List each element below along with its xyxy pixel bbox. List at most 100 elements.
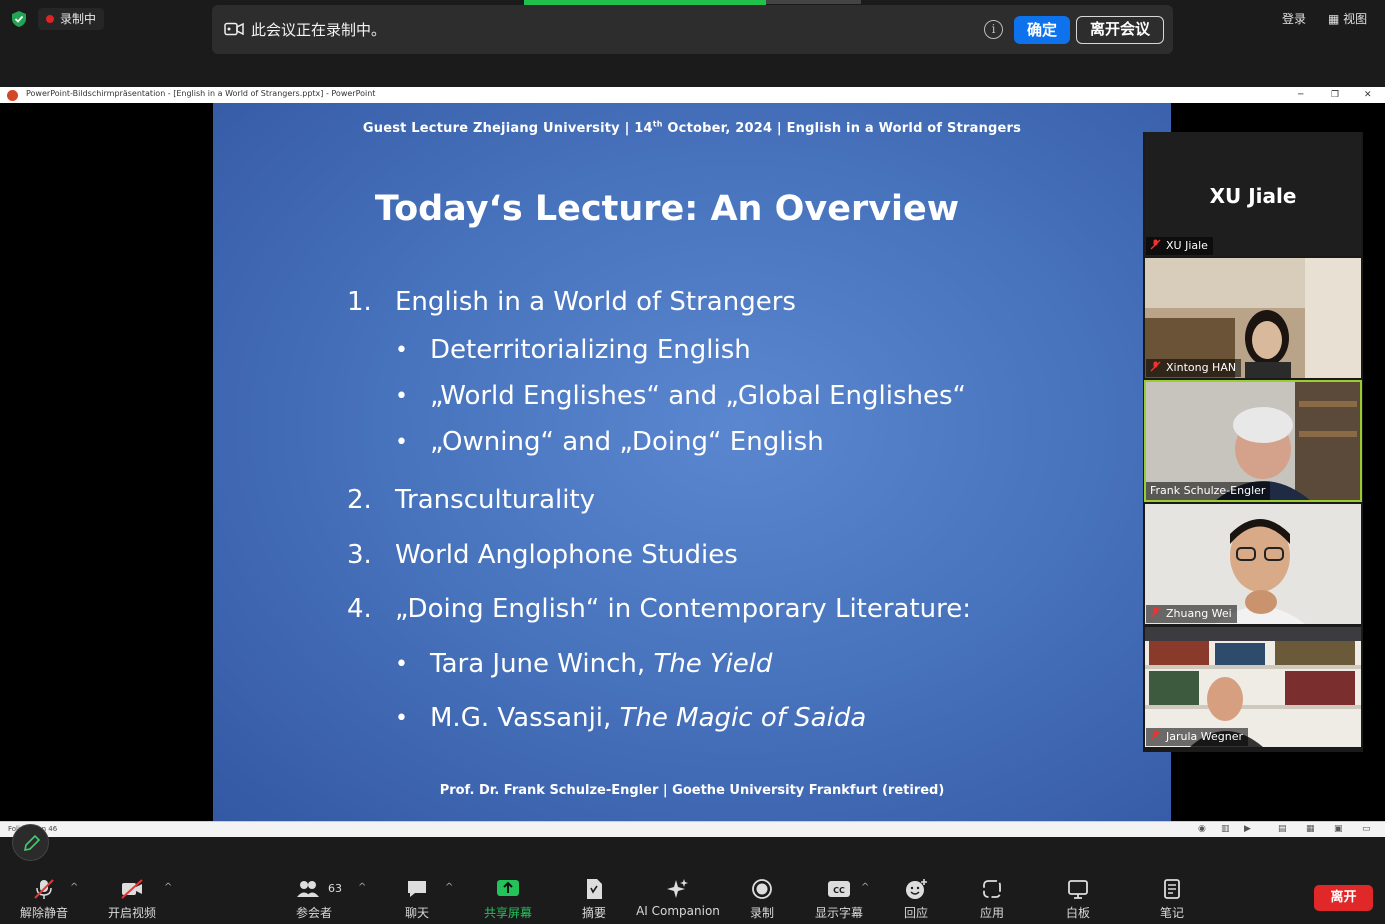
apps-icon <box>983 880 1001 898</box>
security-shield-icon[interactable] <box>10 10 28 28</box>
video-off-icon <box>121 879 143 899</box>
outline-item-text: M.G. Vassanji, <box>430 703 620 733</box>
outline-item: „Doing English“ in Contemporary Literatu… <box>395 594 971 624</box>
participant-name: XU Jiale <box>1166 239 1208 252</box>
slide-sorter-icon[interactable]: ▦ <box>1306 824 1315 834</box>
participant-name: Frank Schulze-Engler <box>1150 484 1266 497</box>
reading-view-icon[interactable]: ▣ <box>1334 824 1343 834</box>
minimize-icon[interactable]: ─ <box>1298 87 1303 103</box>
outline-subitem: Tara June Winch, The Yield <box>430 649 772 679</box>
outline-subitem: M.G. Vassanji, The Magic of Saida <box>430 703 866 733</box>
slide-title: Today‘s Lecture: An Overview <box>374 189 960 229</box>
participant-name-tag: Frank Schulze-Engler <box>1146 482 1271 500</box>
close-icon[interactable]: ✕ <box>1364 87 1372 103</box>
start-video-button[interactable]: 开启视频 <box>100 862 164 924</box>
reactions-button[interactable]: 回应 <box>896 862 936 924</box>
notes-button[interactable]: 笔记 <box>1152 862 1192 924</box>
chat-caret-icon[interactable]: ^ <box>445 882 453 893</box>
outline-bullet: • <box>395 338 408 363</box>
whiteboard-label: 白板 <box>1065 906 1090 920</box>
participant-name-tag: Zhuang Wei <box>1146 605 1237 623</box>
apps-label: 应用 <box>979 906 1004 920</box>
zoom-window: 录制中 此会议正在录制中。 i 确定 离开会议 登录 ▦ 视图 PowerPoi… <box>0 0 1385 924</box>
participant-name: Jarula Wegner <box>1166 730 1244 743</box>
banner-message: 此会议正在录制中。 <box>251 21 387 39</box>
share-screen-label: 共享屏幕 <box>483 906 532 920</box>
whiteboard-button[interactable]: 白板 <box>1058 862 1098 924</box>
pencil-icon <box>23 834 41 852</box>
record-label: 录制 <box>749 906 774 920</box>
login-link[interactable]: 登录 <box>1282 10 1306 27</box>
participant-name-tag: Jarula Wegner <box>1146 728 1249 746</box>
notes-icon <box>1164 879 1180 899</box>
notes-icon[interactable]: ▥ <box>1221 824 1230 834</box>
apps-button[interactable]: 应用 <box>972 862 1012 924</box>
meeting-toolbar: 解除静音 ^ 开启视频 ^ 63 参会者 ^ 聊天 ^ 共享屏幕 摘要 AI C… <box>0 862 1385 924</box>
closed-captions-icon: CC <box>828 881 850 897</box>
outline-item: English in a World of Strangers <box>395 287 796 317</box>
whiteboard-icon <box>1068 880 1088 899</box>
participant-tile-frank-schulze-engler[interactable]: Frank Schulze-Engler <box>1144 380 1362 502</box>
outline-number: 3. <box>347 540 372 570</box>
annotate-pencil-button[interactable] <box>12 824 49 861</box>
leave-meeting-button[interactable]: 离开会议 <box>1076 16 1164 44</box>
recording-label: 录制中 <box>60 12 97 26</box>
participants-button[interactable]: 63 参会者 <box>286 862 342 924</box>
start-video-label: 开启视频 <box>107 906 156 920</box>
participants-label: 参会者 <box>295 906 332 920</box>
captions-label: 显示字幕 <box>814 906 863 920</box>
participant-tile-xintong-han[interactable]: Xintong HAN <box>1145 258 1361 378</box>
normal-view-icon[interactable]: ▤ <box>1278 824 1287 834</box>
ai-companion-button[interactable]: AI Companion <box>636 862 720 924</box>
captions-button[interactable]: CC 显示字幕 <box>810 862 868 924</box>
restore-icon[interactable]: ❐ <box>1331 87 1339 103</box>
slideshow-icon[interactable]: ▭ <box>1362 824 1371 834</box>
powerpoint-status-bar: Folie 9 von 46 ◉ ▥ ▶ ▤ ▦ ▣ ▭ <box>0 821 1385 837</box>
info-icon[interactable]: i <box>984 20 1003 39</box>
captions-caret-icon[interactable]: ^ <box>861 882 869 893</box>
smiley-plus-icon <box>906 879 927 899</box>
participant-tile-jarula-wegner[interactable]: Jarula Wegner <box>1145 627 1361 747</box>
slide-header: Guest Lecture Zhejiang University | 14th… <box>213 120 1171 136</box>
outline-bullet: • <box>395 430 408 455</box>
leave-button[interactable]: 离开 <box>1314 885 1373 911</box>
outline-item-title-italic: The Yield <box>653 649 773 679</box>
unmute-button[interactable]: 解除静音 <box>12 862 76 924</box>
confirm-button[interactable]: 确定 <box>1014 16 1070 44</box>
grid-icon: ▦ <box>1328 12 1344 26</box>
participant-tile-zhuang-wei[interactable]: Zhuang Wei <box>1145 504 1361 624</box>
chat-label: 聊天 <box>404 906 429 920</box>
top-bar: 录制中 此会议正在录制中。 i 确定 离开会议 登录 ▦ 视图 <box>0 0 1385 87</box>
slide-nav-icon[interactable]: ◉ <box>1198 824 1206 834</box>
presentation-slide: Guest Lecture Zhejiang University | 14th… <box>213 103 1171 821</box>
record-button[interactable]: 录制 <box>742 862 782 924</box>
video-options-caret-icon[interactable]: ^ <box>164 882 172 893</box>
participants-caret-icon[interactable]: ^ <box>358 882 366 893</box>
svg-text:CC: CC <box>833 886 845 895</box>
mic-muted-icon <box>34 879 54 899</box>
outline-item-text: Transculturality <box>395 485 596 515</box>
ai-companion-label: AI Companion <box>636 904 720 918</box>
audio-options-caret-icon[interactable]: ^ <box>70 882 78 893</box>
participant-tile-xu-jiale[interactable]: XU Jiale XU Jiale <box>1145 132 1361 256</box>
reactions-label: 回应 <box>903 906 928 920</box>
outline-number: 2. <box>347 485 372 515</box>
outline-subitem: „World Englishes“ and „Global Englishes“ <box>430 381 966 411</box>
recording-camera-icon <box>224 22 244 36</box>
summary-button[interactable]: 摘要 <box>572 862 616 924</box>
participant-count: 63 <box>328 882 342 895</box>
recording-indicator[interactable]: 录制中 <box>38 8 105 30</box>
participant-name-tag: XU Jiale <box>1146 237 1213 255</box>
notes-label: 笔记 <box>1159 906 1184 920</box>
outline-item-text: World Anglophone Studies <box>395 540 738 570</box>
view-menu-button[interactable]: ▦ 视图 <box>1328 10 1367 27</box>
powerpoint-icon <box>7 90 18 101</box>
chat-button[interactable]: 聊天 <box>396 862 438 924</box>
outline-number: 4. <box>347 594 372 624</box>
play-icon[interactable]: ▶ <box>1244 824 1251 834</box>
slide-header-text: Guest Lecture Zhejiang University | 14th… <box>362 120 1022 137</box>
participants-video-panel: XU Jiale XU Jiale Xintong HAN Frank Schu… <box>1143 132 1363 752</box>
powerpoint-window-title: PowerPoint-Bildschirmpräsentation - [Eng… <box>26 89 376 98</box>
record-icon <box>752 879 772 899</box>
share-screen-button[interactable]: 共享屏幕 <box>478 862 538 924</box>
